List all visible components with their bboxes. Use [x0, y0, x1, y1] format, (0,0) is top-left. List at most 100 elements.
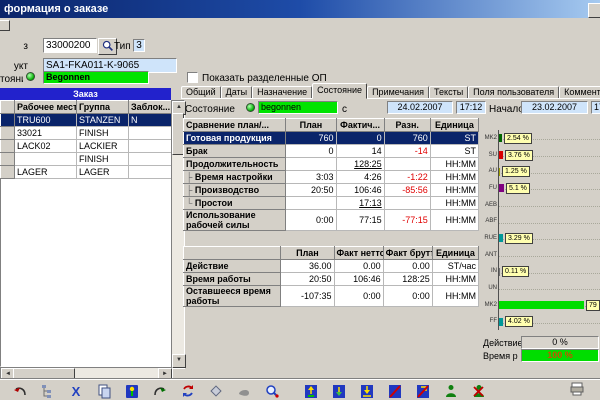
chart-row: MK22.54 % — [482, 130, 600, 147]
tab-Состояние[interactable]: Состояние — [312, 83, 367, 99]
plan-fact-col-header: Разн. — [384, 119, 430, 132]
tab-strip: ОбщийДатыНазначениеСостояниеПримечанияТе… — [181, 85, 600, 99]
chart-axis-label: UN — [482, 285, 498, 292]
work-row[interactable]: Действие36.000.000.00ST/час — [184, 260, 479, 273]
action-gauge-label: Действие — [483, 338, 523, 348]
dispatch-down-icon[interactable] — [330, 382, 347, 399]
fact-gross-value: 0:00 — [383, 286, 432, 307]
work-col-header: Единица — [432, 247, 478, 260]
order-panel-header: Заказ — [0, 88, 171, 100]
window-title: формация о заказе — [4, 3, 108, 15]
type-value: 3 — [133, 39, 145, 52]
row-label: Оставшееся время работы — [184, 286, 281, 307]
plan-fact-row[interactable]: Продолжительность128:25HH:MM — [184, 158, 479, 171]
row-label: ├ Производство — [184, 184, 286, 197]
dispatch-end-icon[interactable] — [358, 382, 375, 399]
unit-value: HH:MM — [432, 273, 478, 286]
printer-icon[interactable] — [569, 381, 586, 398]
chart-axis-label: AU — [482, 168, 498, 175]
svg-text:X: X — [71, 384, 80, 399]
refresh-icon[interactable] — [179, 382, 196, 399]
diamond-icon[interactable] — [207, 382, 224, 399]
plan-value: 36.00 — [281, 260, 334, 273]
order-info-icon[interactable] — [123, 382, 140, 399]
plan-fact-row[interactable]: ├ Время настройки3:034:26-1:22HH:MM — [184, 171, 479, 184]
window-button[interactable] — [588, 3, 600, 18]
order-col-header: Заблок... — [129, 101, 172, 114]
chart-row: SU3.76 % — [482, 147, 600, 164]
start-date-field[interactable]: 23.02.2007 — [521, 101, 588, 114]
plan-value: 3:03 — [286, 171, 336, 184]
order-cell: N — [129, 114, 172, 127]
note-icon[interactable] — [235, 382, 252, 399]
type-label: Тип — [114, 41, 131, 52]
dispatch-up-icon[interactable] — [302, 382, 319, 399]
fact-value: 17:13 — [336, 197, 384, 210]
start-time-field[interactable]: 17 — [591, 101, 600, 114]
order-table-row[interactable]: 33021FINISH — [1, 127, 172, 140]
row-selector-cell — [1, 153, 15, 166]
fact-net-value: 0:00 — [334, 286, 383, 307]
person-icon[interactable] — [442, 382, 459, 399]
since-label: с — [342, 104, 347, 115]
delete-x-icon[interactable]: X — [67, 382, 84, 399]
order-number-input[interactable] — [43, 38, 97, 53]
order-cell: LACKIER — [77, 140, 129, 153]
order-table-row[interactable]: LAGERLAGER — [1, 166, 172, 179]
tree-list-icon[interactable] — [39, 382, 56, 399]
row-label: Брак — [184, 145, 286, 158]
show-split-ops-checkbox[interactable] — [187, 72, 198, 83]
plan-fact-row[interactable]: └ Простои 17:13 HH:MM — [184, 197, 479, 210]
chart-row: ANT — [482, 247, 600, 264]
order-table-row[interactable]: TRU600STANZENN — [1, 114, 172, 127]
plan-fact-header-row: Сравнение план/...ПланФактич...Разн.Един… — [184, 119, 479, 132]
undo-icon[interactable] — [11, 382, 28, 399]
start-label: Начало — [489, 104, 524, 115]
plan-fact-row[interactable]: Использование рабочей силы0:0077:15-77:1… — [184, 210, 479, 231]
chart-row: AU1.25 % — [482, 163, 600, 180]
work-row[interactable]: Время работы20:50106:46128:25HH:MM — [184, 273, 479, 286]
redo-icon[interactable] — [151, 382, 168, 399]
forbid-icon[interactable] — [386, 382, 403, 399]
since-time-field[interactable]: 17:12 — [456, 101, 486, 114]
plan-fact-col-header: План — [286, 119, 336, 132]
order-cell: FINISH — [77, 127, 129, 140]
order-info-window: формация о заказе з Тип 3 укт тояни Bego… — [0, 0, 600, 400]
row-label: Использование рабочей силы — [184, 210, 286, 231]
chart-plot — [498, 247, 600, 264]
chart-axis-label: SU — [482, 152, 498, 159]
unit-value: HH:MM — [430, 158, 478, 171]
work-col-header: План — [281, 247, 334, 260]
person-remove-icon[interactable] — [470, 382, 487, 399]
plan-fact-row[interactable]: ├ Производство20:50106:46-85:56HH:MM — [184, 184, 479, 197]
plan-fact-row[interactable]: Готовая продукция7600760ST — [184, 132, 479, 145]
scroll-down-icon[interactable]: ▼ — [172, 354, 186, 368]
copy-icon[interactable] — [95, 382, 112, 399]
plan-value: 0 — [286, 145, 336, 158]
unit-value: HH:MM — [430, 197, 478, 210]
order-table-row[interactable]: FINISH — [1, 153, 172, 166]
work-col-header: Факт брутто — [383, 247, 432, 260]
plan-fact-col-header: Фактич... — [336, 119, 384, 132]
plan-fact-col-header: Единица — [430, 119, 478, 132]
chart-axis-label: IN — [482, 268, 498, 275]
since-date-field[interactable]: 24.02.2007 — [387, 101, 453, 114]
chart-row: IN0.11 % — [482, 263, 600, 280]
fact-value: 128:25 — [336, 158, 384, 171]
work-row[interactable]: Оставшееся время работы-107:350:000:00HH… — [184, 286, 479, 307]
zoom-icon[interactable] — [263, 382, 280, 399]
magnifier-icon — [101, 39, 114, 55]
row-label: └ Простои — [184, 197, 286, 210]
forbid-partial-icon[interactable] — [414, 382, 431, 399]
plan-fact-row[interactable]: Брак014-14ST — [184, 145, 479, 158]
plan-value — [286, 158, 336, 171]
order-table: Рабочее местоГруппаЗаблок... TRU600STANZ… — [0, 100, 172, 179]
order-col-header — [1, 101, 15, 114]
chart-row: FF4.02 % — [482, 313, 600, 330]
chart-plot: 3.76 % — [498, 147, 600, 164]
order-col-header: Рабочее место — [15, 101, 77, 114]
title-bar[interactable]: формация о заказе — [0, 0, 600, 18]
order-table-row[interactable]: LACK02LACKIER — [1, 140, 172, 153]
row-selector-cell — [1, 114, 15, 127]
unit-value: HH:MM — [430, 171, 478, 184]
